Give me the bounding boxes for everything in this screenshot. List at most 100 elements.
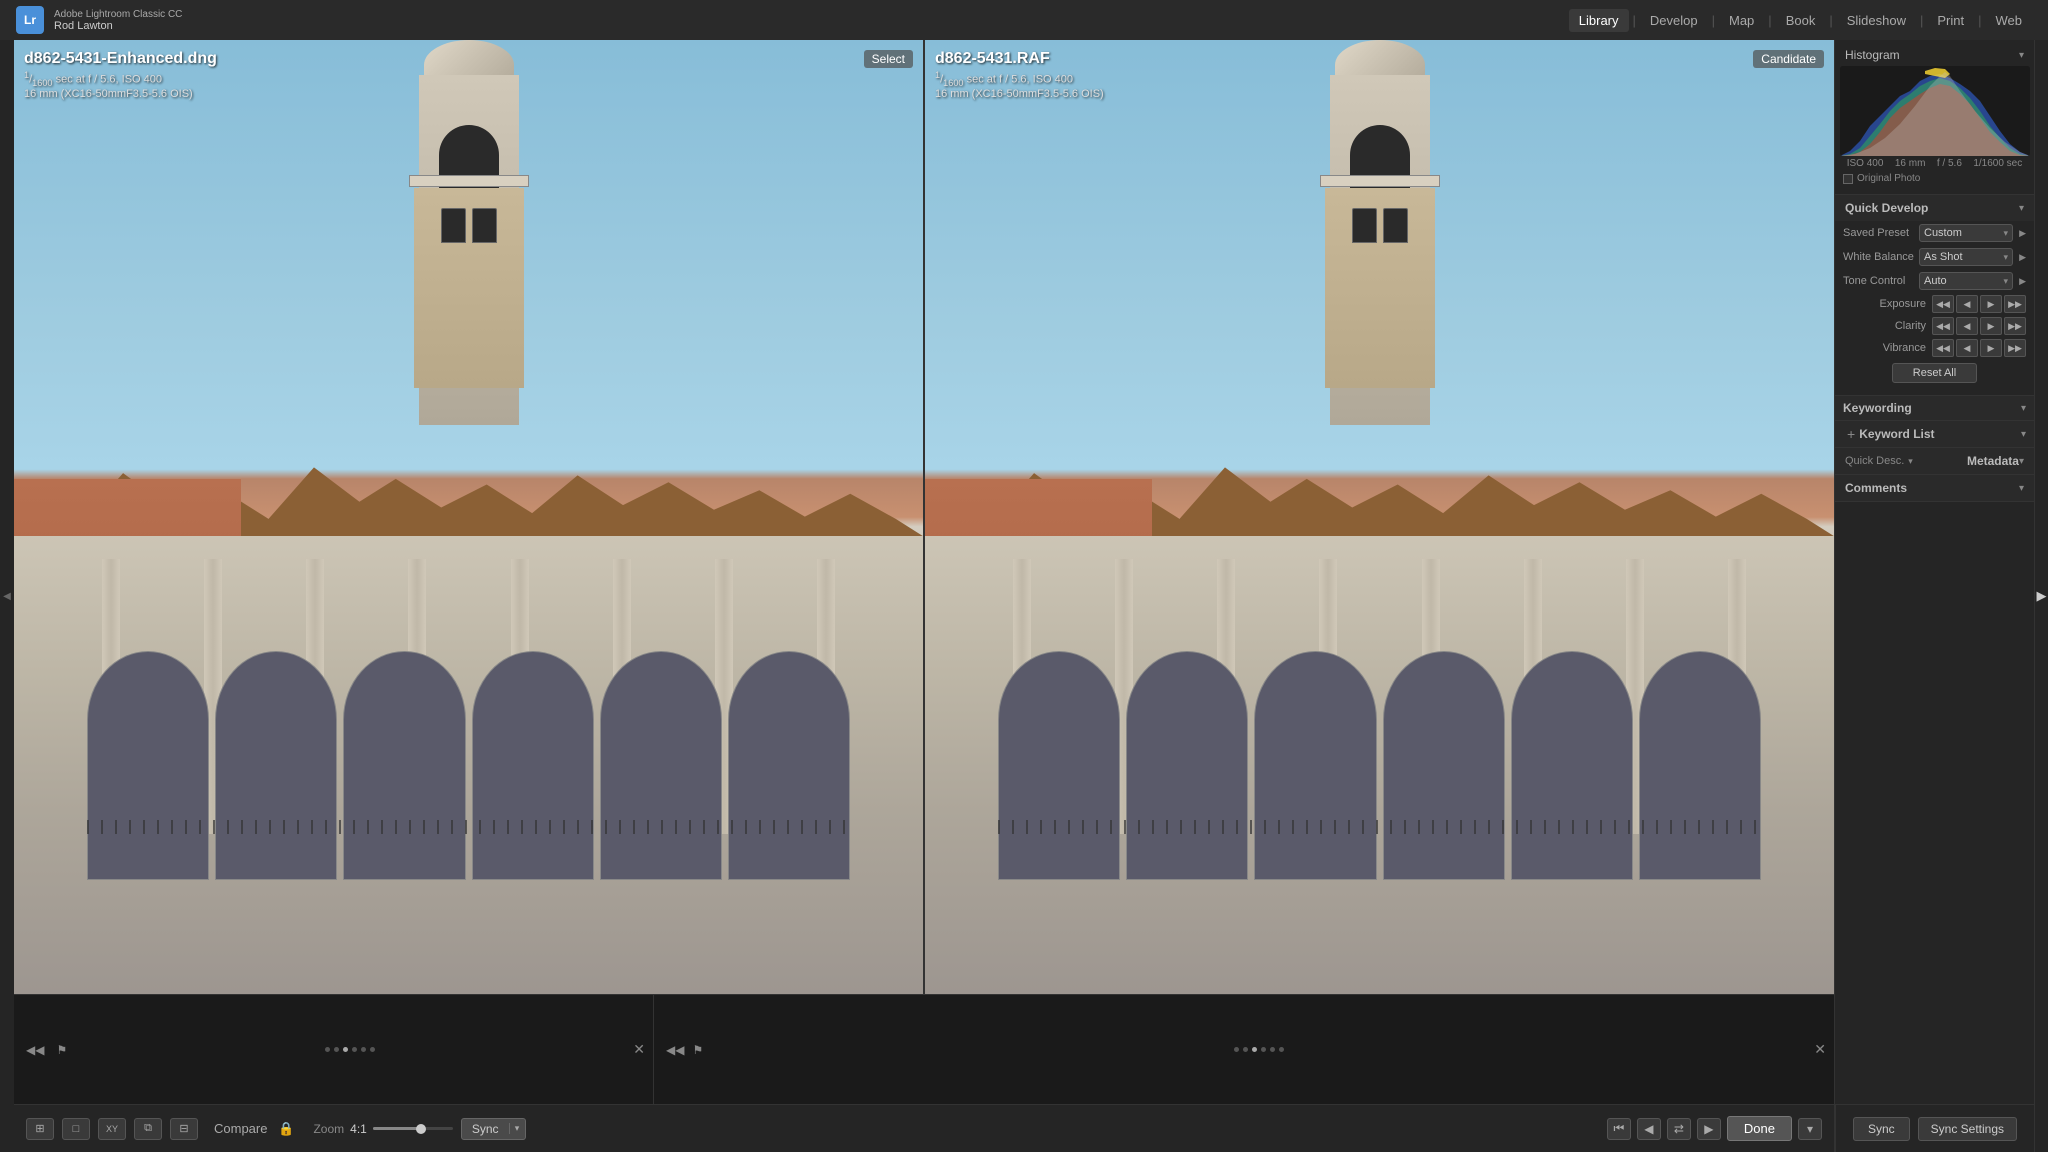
saved-preset-right-arrow-icon[interactable]: ▶ (2019, 228, 2026, 239)
exposure-dec-btn[interactable]: ◀ (1956, 295, 1978, 313)
white-balance-label: White Balance (1843, 251, 1915, 263)
nav-print[interactable]: Print (1927, 9, 1974, 32)
ct-balcony-right (1320, 175, 1440, 187)
tone-control-row: Tone Control Auto ▾ ▶ (1835, 269, 2034, 293)
nav-develop[interactable]: Develop (1640, 9, 1708, 32)
vibrance-dec-large-btn[interactable]: ◀◀ (1932, 339, 1954, 357)
exposure-dec-large-btn[interactable]: ◀◀ (1932, 295, 1954, 313)
prev-prev-btn[interactable]: ⏮ (1607, 1118, 1631, 1140)
tone-control-select[interactable]: Auto ▾ (1919, 272, 2013, 290)
histogram-aperture: f / 5.6 (1937, 158, 1962, 169)
filmstrip-left-close-icon[interactable]: ✕ (633, 1041, 645, 1058)
zoom-label: Zoom (313, 1122, 344, 1136)
sync-button-group: Sync ▾ (461, 1118, 526, 1140)
quick-desc-label[interactable]: Quick Desc. (1845, 455, 1904, 467)
left-panel-toggle[interactable]: ◀ (0, 40, 14, 1152)
compare-view-btn[interactable]: ⧉ (134, 1118, 162, 1140)
filmstrip-right: ◀◀ ⚑ ✕ (654, 995, 1834, 1104)
photo-left: d862-5431-Enhanced.dng 1/1600 sec at f /… (14, 40, 925, 994)
ct-balcony-left (409, 175, 529, 187)
nav-map[interactable]: Map (1719, 9, 1764, 32)
filmstrip-left: ◀◀ ⚑ ✕ (14, 995, 654, 1104)
reset-all-button[interactable]: Reset All (1892, 363, 1977, 383)
zoom-section: Zoom 4:1 (313, 1121, 452, 1137)
clarity-dec-btn[interactable]: ◀ (1956, 317, 1978, 335)
exposure-row: Exposure ◀◀ ◀ ▶ ▶▶ (1835, 293, 2034, 315)
white-balance-select[interactable]: As Shot ▾ (1919, 248, 2013, 266)
vibrance-inc-large-btn[interactable]: ▶▶ (2004, 339, 2026, 357)
metadata-header[interactable]: Quick Desc. ▾ Metadata ▾ (1835, 448, 2034, 474)
vibrance-dec-btn[interactable]: ◀ (1956, 339, 1978, 357)
zoom-slider[interactable] (373, 1121, 453, 1137)
lower-buildings-right (925, 536, 1834, 994)
quick-develop-expand-icon: ▾ (2019, 203, 2024, 214)
sync-settings-button[interactable]: Sync Settings (1918, 1117, 2017, 1141)
histogram-title: Histogram (1845, 48, 1900, 62)
histogram-expand-icon[interactable]: ▾ (2019, 50, 2024, 61)
saved-preset-row: Saved Preset Custom ▾ ▶ (1835, 221, 2034, 245)
nav-slideshow[interactable]: Slideshow (1837, 9, 1916, 32)
comments-header[interactable]: Comments ▾ (1835, 475, 2034, 501)
clarity-label: Clarity (1843, 320, 1930, 332)
nav-book[interactable]: Book (1776, 9, 1826, 32)
histogram-header[interactable]: Histogram ▾ (1835, 44, 2034, 66)
quick-develop-header[interactable]: Quick Develop ▾ (1835, 195, 2034, 221)
next-btn[interactable]: ▶ (1697, 1118, 1721, 1140)
photo-right-filename: d862-5431.RAF (935, 50, 1104, 68)
reset-row: Reset All (1835, 359, 2034, 387)
vibrance-row: Vibrance ◀◀ ◀ ▶ ▶▶ (1835, 337, 2034, 359)
done-dropdown[interactable]: ▾ (1798, 1118, 1822, 1140)
right-panel-spacer (1835, 502, 2034, 1104)
photo-left-filename: d862-5431-Enhanced.dng (24, 50, 217, 68)
grid-view-btn[interactable]: ⊞ (26, 1118, 54, 1140)
metadata-section: Quick Desc. ▾ Metadata ▾ (1835, 448, 2034, 475)
filmstrip-right-close-icon[interactable]: ✕ (1814, 1041, 1826, 1058)
sync-settings-bar: Sync Sync Settings (1835, 1104, 2034, 1152)
filmstrip-left-nav-icon[interactable]: ◀◀ (22, 1041, 48, 1059)
saved-preset-select[interactable]: Custom ▾ (1919, 224, 2013, 242)
tone-control-value: Auto (1924, 275, 1947, 287)
keywording-header[interactable]: Keywording ▾ (1835, 396, 2034, 420)
filmstrip-right-flag-icon[interactable]: ⚑ (688, 1041, 707, 1059)
loupe-view-btn[interactable]: □ (62, 1118, 90, 1140)
photo-left-info: d862-5431-Enhanced.dng 1/1600 sec at f /… (24, 50, 217, 100)
keyword-list-section: + Keyword List ▾ (1835, 421, 2034, 448)
nav-web[interactable]: Web (1986, 9, 2033, 32)
keyword-list-header[interactable]: + Keyword List ▾ (1835, 421, 2034, 447)
zoom-slider-thumb[interactable] (416, 1124, 426, 1134)
prev-btn[interactable]: ◀ (1637, 1118, 1661, 1140)
vibrance-inc-btn[interactable]: ▶ (1980, 339, 2002, 357)
metadata-expand-icon: ▾ (2019, 456, 2024, 467)
sync-button[interactable]: Sync (462, 1119, 509, 1139)
original-photo-checkbox[interactable] (1843, 174, 1853, 184)
filmstrip-right-nav-icon[interactable]: ◀◀ (662, 1041, 688, 1059)
sync-button-right[interactable]: Sync (1853, 1117, 1910, 1141)
lock-icon[interactable]: 🔒 (275, 1118, 297, 1140)
clarity-dec-large-btn[interactable]: ◀◀ (1932, 317, 1954, 335)
clarity-inc-large-btn[interactable]: ▶▶ (2004, 317, 2026, 335)
user-name: Rod Lawton (54, 20, 182, 32)
right-panel-toggle[interactable]: ▶ (2034, 40, 2048, 1152)
photo-left-shutter: 1/1600 sec at f / 5.6, ISO 400 (24, 70, 217, 88)
clarity-inc-btn[interactable]: ▶ (1980, 317, 2002, 335)
quick-develop-section: Quick Develop ▾ Saved Preset Custom ▾ ▶ … (1835, 195, 2034, 396)
keyword-add-icon[interactable]: + (1843, 426, 1859, 442)
exposure-inc-btn[interactable]: ▶ (1980, 295, 2002, 313)
white-balance-right-arrow-icon[interactable]: ▶ (2019, 252, 2026, 263)
xy-view-btn[interactable]: XY (98, 1118, 126, 1140)
vibrance-label: Vibrance (1843, 342, 1930, 354)
swap-btn[interactable]: ⇄ (1667, 1118, 1691, 1140)
histogram-shutter: 1/1600 sec (1973, 158, 2022, 169)
survey-view-btn[interactable]: ⊟ (170, 1118, 198, 1140)
done-button[interactable]: Done (1727, 1116, 1792, 1141)
tone-control-right-arrow-icon[interactable]: ▶ (2019, 276, 2026, 287)
original-photo-checkbox-row: Original Photo (1835, 171, 2034, 186)
histogram-iso: ISO 400 (1847, 158, 1884, 169)
nav-library[interactable]: Library (1569, 9, 1629, 32)
saved-preset-label: Saved Preset (1843, 227, 1915, 239)
bottom-right-tools: ⏮ ◀ ⇄ ▶ Done ▾ (1607, 1116, 1822, 1141)
right-panel-arrow-icon: ▶ (2037, 588, 2047, 604)
filmstrip-flag-icon[interactable]: ⚑ (52, 1041, 71, 1059)
exposure-inc-large-btn[interactable]: ▶▶ (2004, 295, 2026, 313)
sync-dropdown-arrow[interactable]: ▾ (509, 1123, 525, 1134)
